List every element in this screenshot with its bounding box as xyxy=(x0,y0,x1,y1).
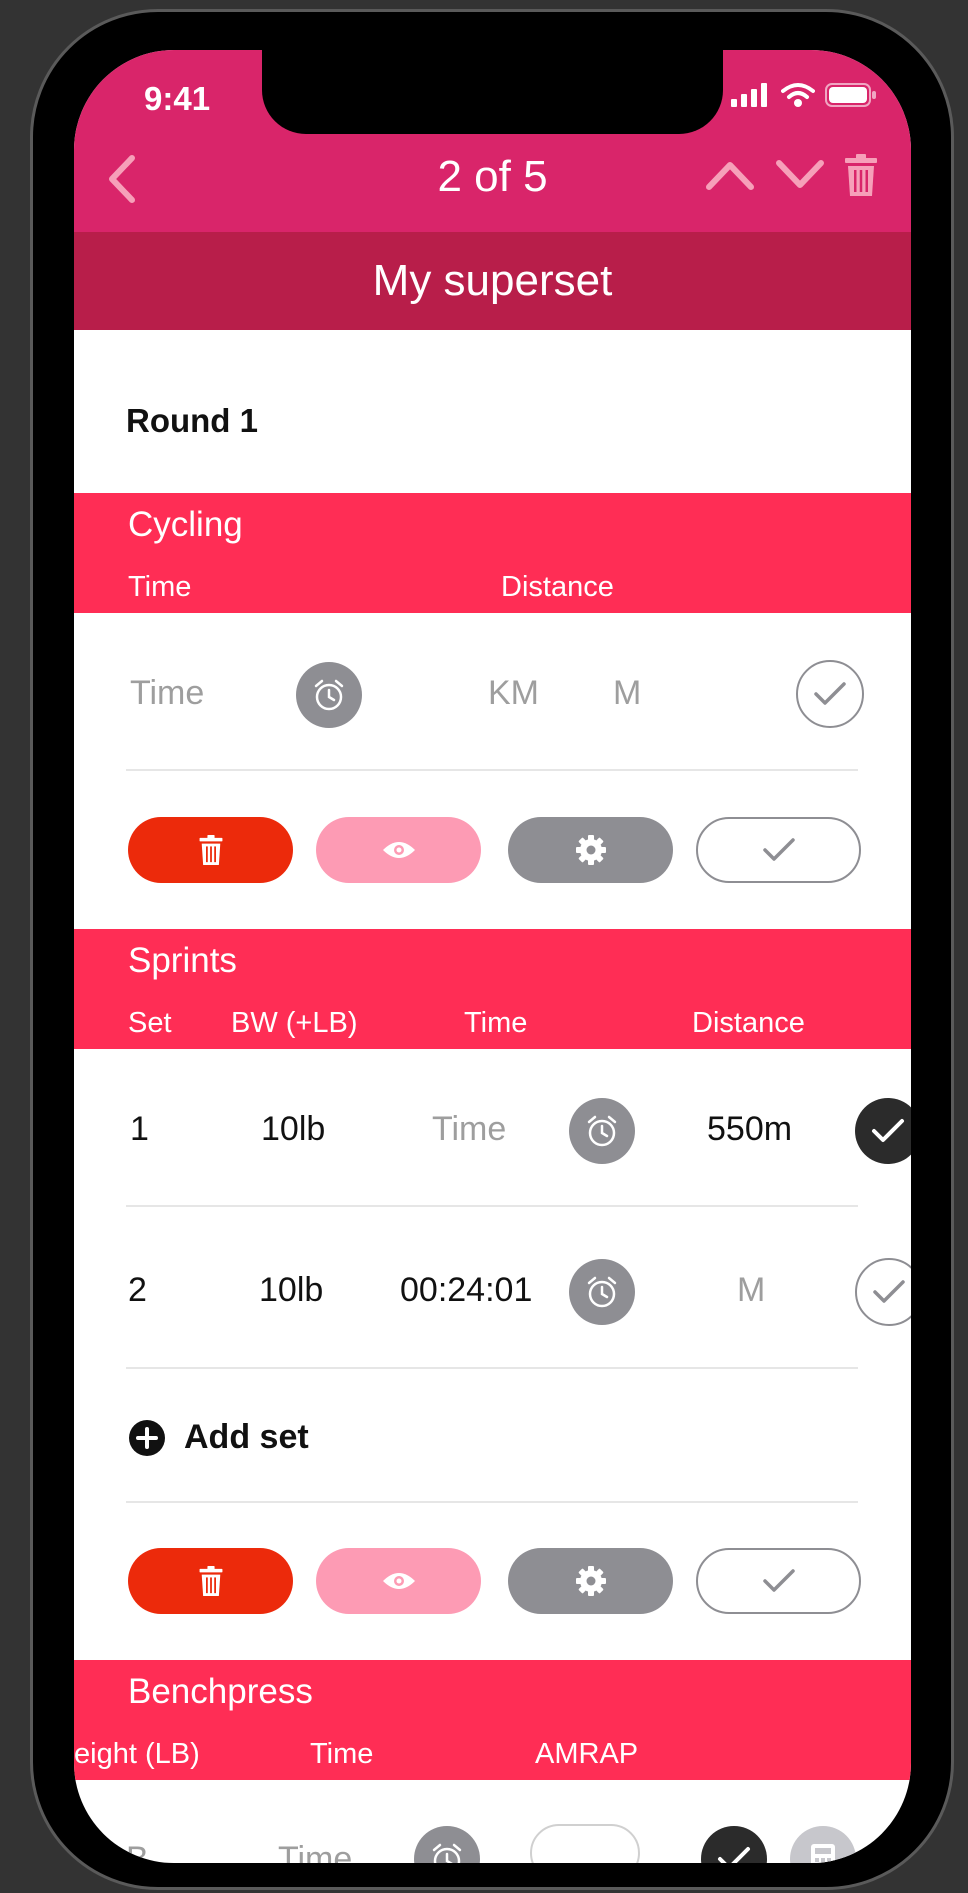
trash-icon xyxy=(199,835,222,865)
timer-button[interactable] xyxy=(296,662,362,728)
column-header: Distance xyxy=(692,1007,805,1039)
chevron-down-icon[interactable] xyxy=(775,157,825,193)
column-header: Time xyxy=(128,571,192,603)
weight-input[interactable]: B xyxy=(126,1840,149,1863)
gear-icon xyxy=(575,1566,606,1596)
exercise-name: Cycling xyxy=(128,505,243,544)
complete-set-button[interactable] xyxy=(796,660,864,728)
divider xyxy=(126,1367,858,1369)
battery-icon xyxy=(825,83,876,107)
distance-input[interactable]: 550m xyxy=(707,1110,792,1149)
column-header: Time xyxy=(464,1007,528,1039)
eye-icon xyxy=(382,1573,415,1589)
clock-icon xyxy=(587,1276,617,1308)
timer-button[interactable] xyxy=(569,1259,635,1325)
complete-exercise-button[interactable] xyxy=(696,1548,861,1614)
delete-exercise-button[interactable] xyxy=(128,817,293,883)
nav-actions xyxy=(705,154,877,196)
calculator-button[interactable] xyxy=(790,1826,856,1863)
check-icon xyxy=(814,682,846,705)
column-header: BW (+LB) xyxy=(231,1007,358,1039)
column-header: AMRAP xyxy=(535,1738,639,1770)
check-icon xyxy=(762,838,795,861)
trash-icon[interactable] xyxy=(845,154,877,196)
weight-input[interactable]: 10lb xyxy=(261,1110,325,1149)
notch xyxy=(262,50,723,134)
delete-exercise-button[interactable] xyxy=(128,1548,293,1614)
complete-set-button[interactable] xyxy=(701,1826,767,1863)
status-icons xyxy=(731,82,877,108)
set-number: 2 xyxy=(128,1271,147,1309)
exercise-settings-button[interactable] xyxy=(508,1548,673,1614)
calculator-icon xyxy=(811,1844,835,1863)
distance-km-input[interactable]: KM xyxy=(488,674,539,713)
time-input[interactable]: Time xyxy=(432,1110,506,1149)
eye-icon xyxy=(382,842,415,858)
divider xyxy=(126,1501,858,1503)
time-input[interactable]: Time xyxy=(278,1840,352,1863)
check-icon xyxy=(873,1280,905,1303)
check-icon xyxy=(718,1847,750,1863)
exercise-header-cycling: Cycling Time Distance xyxy=(74,493,911,613)
complete-set-button[interactable] xyxy=(855,1098,911,1164)
check-icon xyxy=(872,1119,904,1142)
screen: 9:41 2 of 5 My superset Round 1 Cycling … xyxy=(74,50,911,1863)
trash-icon xyxy=(199,1566,222,1596)
complete-exercise-button[interactable] xyxy=(696,817,861,883)
check-icon xyxy=(762,1569,795,1592)
plus-circle-icon xyxy=(129,1419,165,1456)
time-input[interactable]: Time xyxy=(130,674,204,713)
column-header: Time xyxy=(310,1738,374,1770)
distance-input[interactable]: M xyxy=(737,1271,765,1310)
preview-exercise-button[interactable] xyxy=(316,817,481,883)
clock-icon xyxy=(587,1115,617,1147)
gear-icon xyxy=(575,835,606,865)
exercise-header-benchpress: Benchpress eight (LB) Time AMRAP xyxy=(74,1660,911,1780)
exercise-header-sprints: Sprints Set BW (+LB) Time Distance xyxy=(74,929,911,1049)
chevron-up-icon[interactable] xyxy=(705,157,755,193)
add-set-label: Add set xyxy=(184,1418,309,1456)
status-time: 9:41 xyxy=(144,80,211,117)
exercise-settings-button[interactable] xyxy=(508,817,673,883)
add-set-button[interactable]: Add set xyxy=(128,1418,309,1457)
timer-button[interactable] xyxy=(569,1098,635,1164)
wifi-icon xyxy=(781,83,815,107)
complete-set-button[interactable] xyxy=(855,1258,911,1326)
superset-title: My superset xyxy=(74,232,911,330)
weight-input[interactable]: 10lb xyxy=(259,1271,323,1310)
amrap-toggle[interactable] xyxy=(530,1824,640,1863)
clock-icon xyxy=(314,679,344,711)
column-header: Distance xyxy=(501,571,614,603)
column-header: eight (LB) xyxy=(74,1738,200,1770)
divider xyxy=(126,769,858,771)
distance-m-input[interactable]: M xyxy=(613,674,641,713)
round-label: Round 1 xyxy=(126,402,258,439)
preview-exercise-button[interactable] xyxy=(316,1548,481,1614)
divider xyxy=(126,1205,858,1207)
clock-icon xyxy=(432,1843,462,1863)
column-header: Set xyxy=(128,1007,172,1039)
signal-icon xyxy=(731,83,767,107)
time-input[interactable]: 00:24:01 xyxy=(400,1271,532,1310)
exercise-name: Sprints xyxy=(128,941,237,980)
exercise-name: Benchpress xyxy=(128,1672,313,1711)
set-number: 1 xyxy=(130,1110,149,1148)
timer-button[interactable] xyxy=(414,1826,480,1863)
